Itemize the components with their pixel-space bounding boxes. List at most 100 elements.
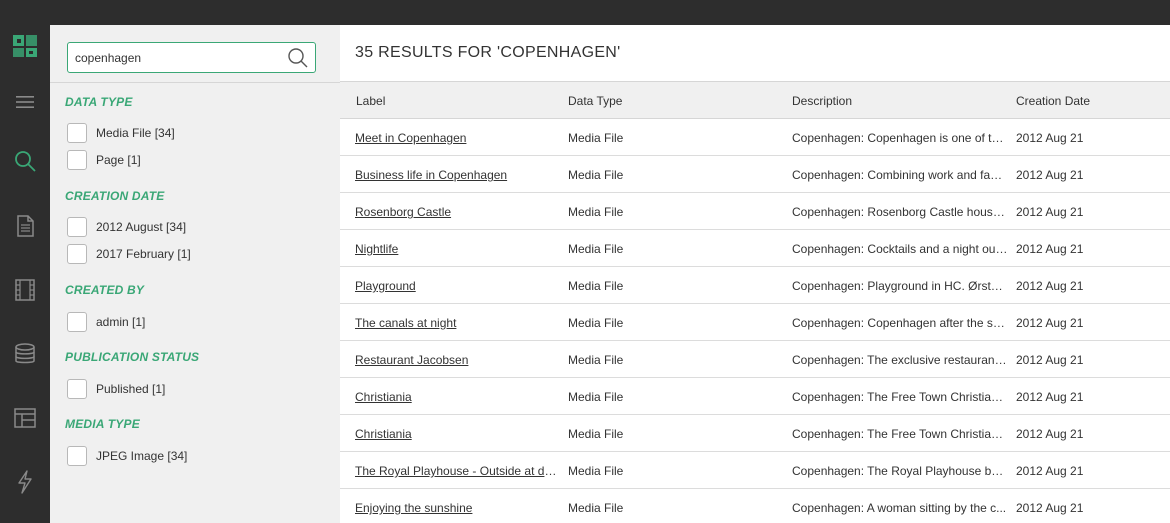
results-panel: 35 RESULTS FOR 'COPENHAGEN' Label Data T… (340, 25, 1170, 523)
search-box (67, 42, 316, 73)
cell-data-type: Media File (568, 464, 624, 478)
column-header-creation-date[interactable]: Creation Date (1016, 94, 1090, 108)
cell-data-type: Media File (568, 316, 624, 330)
filter-panel: DATA TYPE Media File [34] Page [1] CREAT… (50, 25, 340, 523)
cell-creation-date: 2012 Aug 21 (1016, 131, 1084, 145)
cell-description: Copenhagen: A woman sitting by the c... (792, 501, 1007, 515)
cell-data-type: Media File (568, 501, 624, 515)
table-row[interactable]: Restaurant Jacobsen Media File Copenhagen:… (340, 341, 1170, 378)
cell-label[interactable]: Playground (355, 279, 560, 293)
cell-description: Copenhagen: The exclusive restaurant ... (792, 353, 1008, 367)
cell-creation-date: 2012 Aug 21 (1016, 464, 1084, 478)
icon-rail (0, 0, 50, 523)
cell-creation-date: 2012 Aug 21 (1016, 390, 1084, 404)
filter-option-label: 2012 August [34] (96, 220, 187, 234)
table-row[interactable]: Christiania Media File Copenhagen: The Fre… (340, 378, 1170, 415)
cell-data-type: Media File (568, 242, 624, 256)
cell-label[interactable]: The canals at night (355, 316, 560, 330)
top-bar (50, 0, 1170, 25)
table-row[interactable]: Meet in Copenhagen Media File Copenhagen: … (340, 119, 1170, 156)
cell-description: Copenhagen: Combining work and fam... (792, 168, 1008, 182)
filter-heading-publication-status: PUBLICATION STATUS (65, 350, 200, 364)
cell-creation-date: 2012 Aug 21 (1016, 501, 1084, 515)
filter-option-label: Published [1] (96, 382, 166, 396)
layout-icon[interactable] (12, 405, 38, 431)
table-row[interactable]: The canals at night Media File Copenhagen:… (340, 304, 1170, 341)
table-row[interactable]: Playground Media File Copenhagen: Playgrou… (340, 267, 1170, 304)
cell-label[interactable]: Rosenborg Castle (355, 205, 560, 219)
cell-label[interactable]: Christiania (355, 427, 560, 441)
search-button-icon[interactable] (287, 47, 309, 69)
cell-data-type: Media File (568, 279, 624, 293)
filter-option-label: admin [1] (96, 315, 146, 329)
results-table-body: Meet in Copenhagen Media File Copenhagen: … (340, 119, 1170, 523)
cell-creation-date: 2012 Aug 21 (1016, 316, 1084, 330)
cell-description: Copenhagen: The Royal Playhouse by t... (792, 464, 1008, 478)
filter-option-admin[interactable]: admin [1] (67, 312, 145, 332)
table-row[interactable]: The Royal Playhouse - Outside at dusk Med… (340, 452, 1170, 489)
checkbox[interactable] (67, 379, 87, 399)
cell-label[interactable]: Christiania (355, 390, 560, 404)
cell-description: Copenhagen: Copenhagen is one of th... (792, 131, 1008, 145)
filter-option-page[interactable]: Page [1] (67, 150, 141, 170)
table-row[interactable]: Christiania Media File Copenhagen: The Fre… (340, 415, 1170, 452)
logo-icon[interactable] (12, 33, 38, 59)
column-header-data-type[interactable]: Data Type (568, 94, 622, 108)
cell-label[interactable]: Enjoying the sunshine (355, 501, 560, 515)
filter-heading-data-type: DATA TYPE (65, 95, 133, 109)
cell-description: Copenhagen: Playground in HC. Ørsted... (792, 279, 1008, 293)
cell-description: Copenhagen: The Free Town Christiani... (792, 427, 1008, 441)
cell-description: Copenhagen: Cocktails and a night out... (792, 242, 1008, 256)
results-title: 35 RESULTS FOR 'COPENHAGEN' (355, 44, 621, 61)
filter-option-jpeg-image[interactable]: JPEG Image [34] (67, 446, 187, 466)
lightning-icon[interactable] (12, 469, 38, 495)
cell-data-type: Media File (568, 205, 624, 219)
filter-option-label: 2017 February [1] (96, 247, 191, 261)
checkbox[interactable] (67, 244, 87, 264)
filter-option-published[interactable]: Published [1] (67, 379, 165, 399)
checkbox[interactable] (67, 446, 87, 466)
filter-option-2017-february[interactable]: 2017 February [1] (67, 244, 191, 264)
cell-data-type: Media File (568, 390, 624, 404)
filter-option-label: Page [1] (96, 153, 141, 167)
checkbox[interactable] (67, 123, 87, 143)
cell-label[interactable]: Meet in Copenhagen (355, 131, 560, 145)
film-icon[interactable] (12, 277, 38, 303)
document-icon[interactable] (12, 213, 38, 239)
table-row[interactable]: Rosenborg Castle Media File Copenhagen: Ro… (340, 193, 1170, 230)
checkbox[interactable] (67, 150, 87, 170)
filter-heading-media-type: MEDIA TYPE (65, 417, 140, 431)
filter-heading-creation-date: CREATION DATE (65, 189, 165, 203)
cell-label[interactable]: The Royal Playhouse - Outside at dusk (355, 464, 560, 478)
checkbox[interactable] (67, 312, 87, 332)
cell-description: Copenhagen: Copenhagen after the su... (792, 316, 1008, 330)
table-row[interactable]: Business life in Copenhagen Media File Cop… (340, 156, 1170, 193)
cell-creation-date: 2012 Aug 21 (1016, 427, 1084, 441)
database-icon[interactable] (12, 341, 38, 367)
column-header-description[interactable]: Description (792, 94, 852, 108)
table-row[interactable]: Enjoying the sunshine Media File Copenhage… (340, 489, 1170, 523)
cell-creation-date: 2012 Aug 21 (1016, 279, 1084, 293)
cell-label[interactable]: Restaurant Jacobsen (355, 353, 560, 367)
cell-creation-date: 2012 Aug 21 (1016, 205, 1084, 219)
filter-option-2012-august[interactable]: 2012 August [34] (67, 217, 186, 237)
column-header-label[interactable]: Label (356, 94, 385, 108)
cell-label[interactable]: Nightlife (355, 242, 560, 256)
table-header: Label Data Type Description Creation Dat… (340, 81, 1170, 119)
cell-data-type: Media File (568, 168, 624, 182)
cell-description: Copenhagen: Rosenborg Castle houses... (792, 205, 1008, 219)
table-row[interactable]: Nightlife Media File Copenhagen: Cocktails… (340, 230, 1170, 267)
cell-description: Copenhagen: The Free Town Christiani... (792, 390, 1008, 404)
filter-heading-created-by: CREATED BY (65, 283, 145, 297)
search-input[interactable] (75, 49, 275, 67)
cell-label[interactable]: Business life in Copenhagen (355, 168, 560, 182)
filter-divider (50, 82, 340, 83)
cell-data-type: Media File (568, 353, 624, 367)
menu-icon[interactable] (12, 89, 38, 115)
filter-option-media-file[interactable]: Media File [34] (67, 123, 175, 143)
cell-creation-date: 2012 Aug 21 (1016, 353, 1084, 367)
checkbox[interactable] (67, 217, 87, 237)
filter-option-label: JPEG Image [34] (96, 449, 188, 463)
cell-data-type: Media File (568, 427, 624, 441)
search-icon[interactable] (12, 148, 38, 174)
